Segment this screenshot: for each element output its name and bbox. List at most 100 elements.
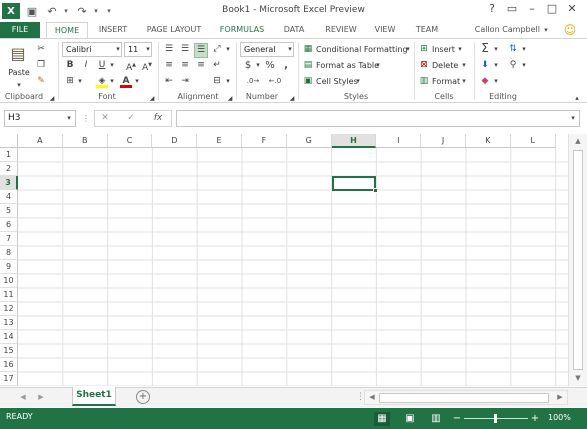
paste-button[interactable]: Paste — [6, 66, 32, 79]
row-header-16[interactable]: 16 — [0, 358, 18, 372]
format-cells-icon[interactable]: ▥ — [418, 75, 430, 88]
increase-indent-icon[interactable]: ⇥ — [178, 75, 192, 88]
row-header-14[interactable]: 14 — [0, 330, 18, 344]
format-as-table-icon[interactable]: ▤ — [302, 59, 314, 72]
zoom-in-button[interactable]: + — [530, 412, 540, 425]
find-select-icon[interactable]: ⚲ — [506, 59, 520, 72]
orientation-dropdown-icon[interactable]: ▾ — [224, 43, 232, 56]
scroll-left-icon[interactable]: ◀ — [367, 391, 377, 404]
comma-style-button[interactable]: , — [280, 59, 292, 72]
decrease-indent-icon[interactable]: ⇤ — [162, 75, 176, 88]
font-color-icon[interactable]: A — [120, 75, 132, 88]
middle-align-icon[interactable]: ☰ — [178, 43, 192, 56]
select-all-corner[interactable] — [0, 134, 18, 148]
cut-icon[interactable]: ✂ — [34, 43, 48, 56]
row-header-6[interactable]: 6 — [0, 218, 18, 232]
format-as-table-button[interactable]: Format as Table — [316, 59, 379, 72]
insert-cells-icon[interactable]: ⊞ — [418, 43, 430, 56]
fill-icon[interactable]: ⬇ — [478, 59, 492, 72]
row-header-11[interactable]: 11 — [0, 288, 18, 302]
tab-insert[interactable]: INSERT — [92, 22, 134, 38]
vertical-scrollbar[interactable]: ▲ ▼ — [568, 134, 587, 386]
autosum-dropdown-icon[interactable]: ▾ — [492, 43, 500, 56]
tab-team[interactable]: TEAM — [410, 22, 444, 38]
new-sheet-button[interactable]: + — [136, 390, 150, 404]
tab-formulas[interactable]: FORMULAS — [214, 22, 270, 38]
column-header-i[interactable]: I — [376, 134, 422, 148]
clear-dropdown-icon[interactable]: ▾ — [492, 75, 500, 88]
font-size-dropdown-icon[interactable]: ▾ — [144, 43, 152, 56]
delete-cells-button[interactable]: Delete — [432, 59, 458, 72]
sheet-tab-sheet1[interactable]: Sheet1 — [72, 387, 116, 406]
normal-view-icon[interactable]: ▦ — [374, 412, 390, 426]
user-dropdown-icon[interactable]: ▾ — [542, 22, 550, 38]
fill-color-dropdown-icon[interactable]: ▾ — [108, 75, 116, 88]
fill-dropdown-icon[interactable]: ▾ — [492, 59, 500, 72]
active-cell-h3[interactable] — [332, 176, 378, 193]
column-header-g[interactable]: G — [286, 134, 332, 148]
user-name[interactable]: Callon Campbell — [466, 22, 540, 38]
align-left-icon[interactable]: ≡ — [162, 59, 176, 72]
paste-dropdown-icon[interactable]: ▾ — [14, 79, 24, 92]
delete-dropdown-icon[interactable]: ▾ — [460, 59, 468, 72]
decrease-decimal-icon[interactable]: ←.0 — [266, 75, 284, 88]
column-header-j[interactable]: J — [421, 134, 466, 148]
bold-button[interactable]: B — [64, 59, 76, 72]
tab-split-grip-icon[interactable]: ⋮ — [356, 391, 365, 404]
merge-center-icon[interactable]: ⊟ — [210, 75, 224, 88]
tab-view[interactable]: VIEW — [368, 22, 402, 38]
horizontal-scroll-thumb[interactable] — [379, 393, 549, 403]
expand-formula-bar-icon[interactable]: ▾ — [568, 112, 578, 125]
row-header-10[interactable]: 10 — [0, 274, 18, 288]
name-box-dropdown-icon[interactable]: ▾ — [64, 112, 74, 125]
underline-dropdown-icon[interactable]: ▾ — [108, 59, 116, 72]
sort-filter-dropdown-icon[interactable]: ▾ — [520, 43, 528, 56]
row-header-15[interactable]: 15 — [0, 344, 18, 358]
increase-font-icon[interactable]: A▲ — [124, 59, 138, 75]
worksheet-grid[interactable]: ABCDEFGHIJKL 1 2 3 4 5 6 7 8 9 10 11 12 13 14 15 16 17 ▲… — [0, 134, 587, 386]
merge-dropdown-icon[interactable]: ▾ — [224, 75, 232, 88]
maximize-button[interactable]: □ — [542, 2, 562, 18]
percent-style-button[interactable]: % — [264, 59, 276, 72]
column-header-d[interactable]: D — [152, 134, 198, 148]
accounting-dropdown-icon[interactable]: ▾ — [254, 59, 262, 72]
decrease-font-icon[interactable]: A▼ — [140, 59, 154, 75]
format-as-table-dropdown-icon[interactable]: ▾ — [374, 59, 382, 72]
row-header-12[interactable]: 12 — [0, 302, 18, 316]
sort-filter-icon[interactable]: ⇅ — [506, 43, 520, 56]
increase-decimal-icon[interactable]: .0→ — [244, 75, 262, 88]
insert-dropdown-icon[interactable]: ▾ — [456, 43, 464, 56]
ribbon-display-options-icon[interactable]: ▭ — [502, 2, 522, 18]
wrap-text-icon[interactable]: ↵ — [210, 59, 224, 72]
row-header-3[interactable]: 3 — [0, 176, 18, 190]
help-button[interactable]: ? — [482, 2, 502, 18]
font-name-dropdown-icon[interactable]: ▾ — [114, 43, 122, 56]
conditional-formatting-button[interactable]: Conditional Formatting — [316, 43, 408, 56]
row-header-17[interactable]: 17 — [0, 372, 18, 386]
font-color-dropdown-icon[interactable]: ▾ — [133, 75, 141, 88]
conditional-formatting-icon[interactable]: ▦ — [302, 43, 314, 56]
zoom-out-button[interactable]: − — [452, 412, 462, 425]
top-align-icon[interactable]: ☰ — [162, 43, 176, 56]
sheet-scroll-left-icon[interactable]: ◀ — [18, 391, 28, 404]
insert-cells-button[interactable]: Insert — [432, 43, 455, 56]
borders-icon[interactable]: ⊞ — [64, 75, 76, 88]
orientation-icon[interactable]: ⤢ — [210, 43, 224, 56]
underline-button[interactable]: U — [96, 59, 108, 72]
zoom-slider-thumb[interactable] — [494, 414, 497, 423]
smiley-feedback-icon[interactable]: ☺ — [562, 22, 578, 38]
row-header-7[interactable]: 7 — [0, 232, 18, 246]
tab-data[interactable]: DATA — [276, 22, 312, 38]
fill-color-icon[interactable]: ◈ — [96, 75, 108, 88]
vertical-scroll-thumb[interactable] — [573, 150, 583, 370]
column-header-k[interactable]: K — [466, 134, 511, 148]
page-break-view-icon[interactable]: ▥ — [428, 412, 444, 425]
paste-icon[interactable]: ▤ — [6, 43, 30, 65]
clear-icon[interactable]: ◆ — [478, 75, 492, 88]
tab-page-layout[interactable]: PAGE LAYOUT — [140, 22, 208, 38]
column-header-l[interactable]: L — [510, 134, 556, 148]
scroll-up-icon[interactable]: ▲ — [573, 135, 583, 148]
close-button[interactable]: ✕ — [562, 2, 582, 18]
column-header-b[interactable]: B — [62, 134, 108, 148]
row-header-8[interactable]: 8 — [0, 246, 18, 260]
